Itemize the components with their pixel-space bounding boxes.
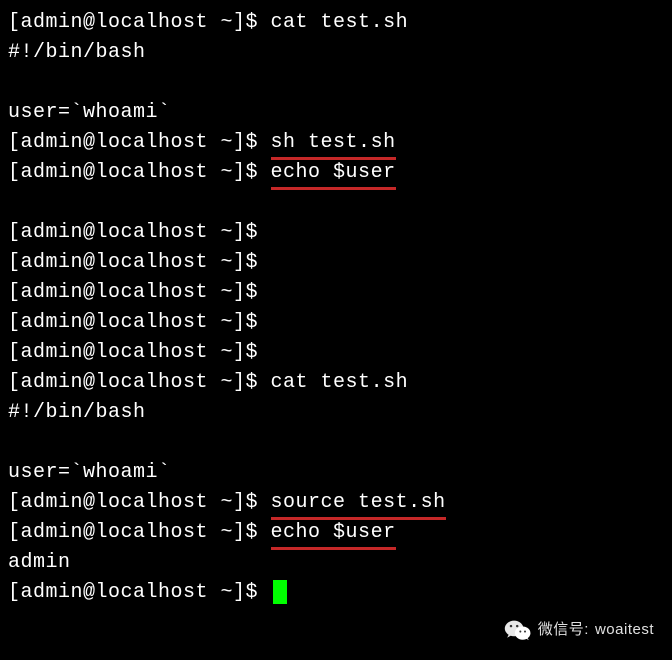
terminal-line: [admin@localhost ~]$ cat test.sh: [8, 368, 664, 398]
command-text: cat test.sh: [271, 371, 409, 394]
watermark: 微信号: woaitest: [504, 618, 654, 642]
terminal-line: [admin@localhost ~]$: [8, 218, 664, 248]
shell-prompt: [admin@localhost ~]$: [8, 371, 271, 394]
output-text: admin: [8, 551, 71, 574]
terminal-line: [admin@localhost ~]$: [8, 308, 664, 338]
terminal-line: [admin@localhost ~]$ echo $user: [8, 518, 664, 548]
command-text: echo $user: [271, 518, 396, 548]
shell-prompt: [admin@localhost ~]$: [8, 491, 271, 514]
terminal-line: user=`whoami`: [8, 458, 664, 488]
shell-prompt: [admin@localhost ~]$: [8, 251, 271, 274]
shell-prompt: [admin@localhost ~]$: [8, 161, 271, 184]
shell-prompt: [admin@localhost ~]$: [8, 281, 271, 304]
terminal-line: [admin@localhost ~]$ cat test.sh: [8, 8, 664, 38]
terminal-line: admin: [8, 548, 664, 578]
command-text: sh test.sh: [271, 128, 396, 158]
command-text: source test.sh: [271, 488, 446, 518]
shell-prompt: [admin@localhost ~]$: [8, 581, 271, 604]
watermark-label: 微信号:: [538, 619, 589, 642]
command-text: echo $user: [271, 158, 396, 188]
cursor[interactable]: [273, 580, 287, 604]
terminal-line: [admin@localhost ~]$: [8, 278, 664, 308]
terminal-line: [8, 428, 664, 458]
output-text: user=`whoami`: [8, 461, 171, 484]
command-text: cat test.sh: [271, 11, 409, 34]
shell-prompt: [admin@localhost ~]$: [8, 221, 271, 244]
terminal-line: #!/bin/bash: [8, 38, 664, 68]
terminal-line: [admin@localhost ~]$: [8, 248, 664, 278]
shell-prompt: [admin@localhost ~]$: [8, 11, 271, 34]
shell-prompt: [admin@localhost ~]$: [8, 521, 271, 544]
terminal-line: [admin@localhost ~]$ echo $user: [8, 158, 664, 188]
terminal-line: [admin@localhost ~]$ sh test.sh: [8, 128, 664, 158]
output-text: #!/bin/bash: [8, 41, 146, 64]
shell-prompt: [admin@localhost ~]$: [8, 131, 271, 154]
terminal-line: [admin@localhost ~]$: [8, 338, 664, 368]
output-text: #!/bin/bash: [8, 401, 146, 424]
terminal-line: #!/bin/bash: [8, 398, 664, 428]
shell-prompt: [admin@localhost ~]$: [8, 311, 271, 334]
terminal-line: user=`whoami`: [8, 98, 664, 128]
shell-prompt: [admin@localhost ~]$: [8, 341, 271, 364]
output-text: user=`whoami`: [8, 101, 171, 124]
terminal-line: [admin@localhost ~]$: [8, 578, 664, 608]
terminal-line: [admin@localhost ~]$ source test.sh: [8, 488, 664, 518]
terminal-line: [8, 188, 664, 218]
terminal-line: [8, 68, 664, 98]
watermark-id: woaitest: [595, 619, 654, 642]
terminal-output: [admin@localhost ~]$ cat test.sh #!/bin/b…: [8, 8, 664, 608]
wechat-icon: [504, 618, 532, 642]
